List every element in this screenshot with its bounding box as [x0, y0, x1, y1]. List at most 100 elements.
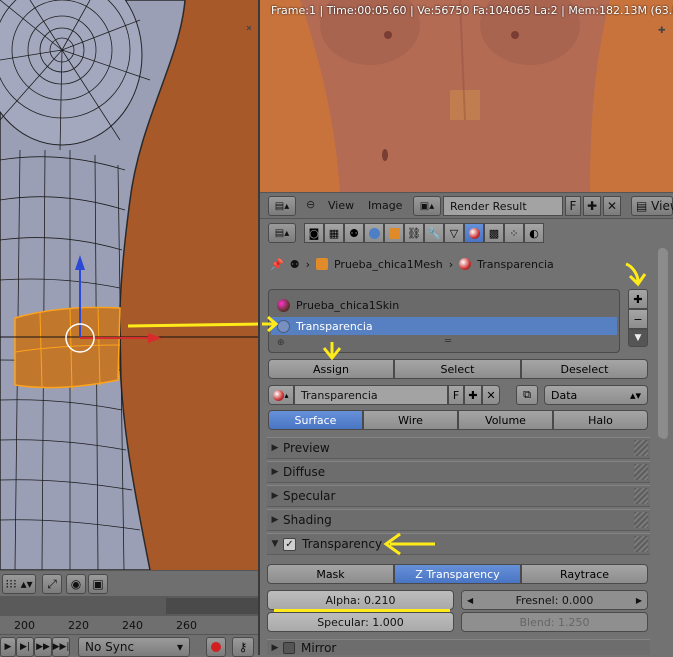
fast-forward-icon: ▶▶ — [36, 642, 50, 652]
render-result-image — [260, 0, 673, 192]
blend-slider[interactable]: Blend: 1.250 — [461, 612, 648, 632]
tick-label: 220 — [68, 619, 89, 632]
mode-raytrace[interactable]: Raytrace — [521, 564, 648, 584]
render-anim-button[interactable]: ▣ — [88, 574, 108, 594]
keying-button[interactable]: ⚷ — [232, 637, 254, 657]
camera-icon: ◉ — [70, 577, 82, 591]
tab-scene[interactable]: ⚉ — [344, 223, 364, 243]
image-editor-header: ▤▴ ⊖ View Image ▣▴ Render Result F ✚ ✕ ▤… — [260, 192, 673, 218]
properties-icon: ▤▴ — [274, 227, 290, 239]
sync-label: No Sync — [85, 640, 135, 654]
world-icon — [368, 227, 380, 239]
object-icon — [388, 227, 400, 239]
tab-particles[interactable]: ⁘ — [504, 223, 524, 243]
tab-world[interactable] — [364, 223, 384, 243]
material-icon — [468, 227, 480, 239]
key-icon: ⚷ — [238, 640, 248, 654]
texture-icon: ▩ — [488, 226, 500, 240]
view-label: View — [651, 199, 673, 213]
context-tabs: ◙ ▦ ⚉ ⛓ 🔧 ▽ ▩ ⁘ ◐ — [304, 223, 544, 243]
tab-physics[interactable]: ◐ — [524, 223, 544, 243]
viewport-header: ⁝⁝⁝ ▴▾ ⤢ ◉ ▣ — [0, 570, 258, 596]
record-icon — [211, 642, 221, 652]
fake-user-button[interactable]: F — [565, 196, 581, 216]
unlink-image-button[interactable]: ✕ — [603, 196, 621, 216]
3d-viewport[interactable] — [0, 0, 258, 570]
image-browse-button[interactable]: ▣▴ — [413, 196, 441, 216]
mode-mask[interactable]: Mask — [267, 564, 394, 584]
timeline[interactable]: 200 220 240 260 ▶ ▶| ▶▶ ▶▶| No Sync ▾ ⚷ — [0, 596, 258, 657]
particles-icon: ⁘ — [509, 226, 519, 240]
view-icon: ▤ — [636, 199, 648, 213]
alpha-underline-annotation — [274, 609, 450, 612]
play-icon: ▶ — [4, 642, 12, 652]
collapse-icon[interactable]: ⊖ — [306, 198, 315, 211]
mesh-data-icon: ▽ — [449, 226, 459, 240]
mode-z-transparency[interactable]: Z Transparency — [394, 564, 521, 584]
scene-icon: ⚉ — [349, 226, 359, 240]
timeline-range — [166, 598, 258, 614]
tab-texture[interactable]: ▩ — [484, 223, 504, 243]
tab-render-layers[interactable]: ▦ — [324, 223, 344, 243]
fast-forward-button[interactable]: ▶▶ — [34, 637, 52, 657]
panel-mirror[interactable]: ▶ Mirror — [267, 639, 650, 655]
annotation-overlay — [262, 262, 647, 556]
record-button[interactable] — [206, 637, 226, 657]
wrench-icon: 🔧 — [427, 226, 441, 240]
plus-icon: ✚ — [586, 199, 598, 213]
snap-button[interactable]: ⤢ — [42, 574, 62, 594]
view-dropdown[interactable]: ▤ View — [631, 196, 673, 216]
specular-slider[interactable]: Specular: 1.000 — [267, 612, 454, 632]
tick-label: 200 — [14, 619, 35, 632]
image-name-field[interactable]: Render Result — [443, 196, 563, 216]
jump-end-icon: ▶▶| — [52, 642, 70, 652]
expand-icon: ▶ — [271, 642, 279, 653]
physics-icon: ◐ — [529, 226, 539, 240]
tick-label: 260 — [176, 619, 197, 632]
editor-type-menu[interactable]: ▤▴ — [268, 196, 296, 216]
clapper-icon: ▣ — [92, 577, 104, 591]
render-still-button[interactable]: ◉ — [66, 574, 86, 594]
tab-constraints[interactable]: ⛓ — [404, 223, 424, 243]
mirror-checkbox[interactable] — [283, 641, 295, 654]
next-keyframe-button[interactable]: ▶| — [16, 637, 34, 657]
playback-bar: ▶ ▶| ▶▶ ▶▶| No Sync ▾ ⚷ — [0, 634, 258, 657]
pivot-menu[interactable]: ⁝⁝⁝ ▴▾ — [2, 574, 36, 594]
camera-icon: ◙ — [308, 226, 320, 240]
editor-type-menu[interactable]: ▤▴ — [268, 223, 296, 243]
new-image-button[interactable]: ✚ — [583, 196, 601, 216]
panel-title: Mirror — [301, 640, 337, 655]
image-icon: ▣▴ — [419, 200, 435, 212]
chevron-down-icon: ▾ — [176, 640, 183, 654]
play-button[interactable]: ▶ — [0, 637, 16, 657]
chevron-left-icon: ◀ — [467, 595, 474, 605]
tab-render[interactable]: ◙ — [304, 223, 324, 243]
constraint-icon: ⛓ — [407, 226, 421, 240]
snap-icon: ⤢ — [47, 576, 57, 591]
tick-label: 240 — [122, 619, 143, 632]
corner-widget-icon[interactable]: ✚ — [658, 26, 666, 36]
sync-dropdown[interactable]: No Sync ▾ — [78, 637, 190, 657]
properties-scrollbar[interactable] — [658, 248, 667, 438]
image-menu[interactable]: Image — [368, 199, 402, 212]
fresnel-field[interactable]: ◀ Fresnel: 0.000 ▶ — [461, 590, 648, 610]
tab-data[interactable]: ▽ — [444, 223, 464, 243]
tab-material[interactable] — [464, 223, 484, 243]
fake-user-label: F — [569, 199, 577, 213]
fresnel-label: Fresnel: 0.000 — [515, 593, 594, 607]
pivot-icon: ⁝⁝⁝ ▴▾ — [5, 577, 33, 591]
layers-icon: ▦ — [328, 226, 340, 240]
alpha-slider[interactable]: Alpha: 0.210 — [267, 590, 454, 610]
image-editor[interactable]: ✚ ✚ — [260, 0, 673, 192]
close-icon: ✕ — [606, 199, 618, 213]
tab-modifiers[interactable]: 🔧 — [424, 223, 444, 243]
chevron-right-icon: ▶ — [635, 595, 642, 605]
view-menu[interactable]: View — [328, 199, 354, 212]
timeline-track[interactable] — [0, 596, 258, 616]
tab-object[interactable] — [384, 223, 404, 243]
next-keyframe-icon: ▶| — [20, 642, 30, 652]
mesh-wireframe — [0, 0, 258, 570]
image-editor-icon: ▤▴ — [274, 200, 290, 212]
render-info: Frame:1 | Time:00:05.60 | Ve:56750 Fa:10… — [271, 4, 673, 17]
jump-end-button[interactable]: ▶▶| — [52, 637, 70, 657]
